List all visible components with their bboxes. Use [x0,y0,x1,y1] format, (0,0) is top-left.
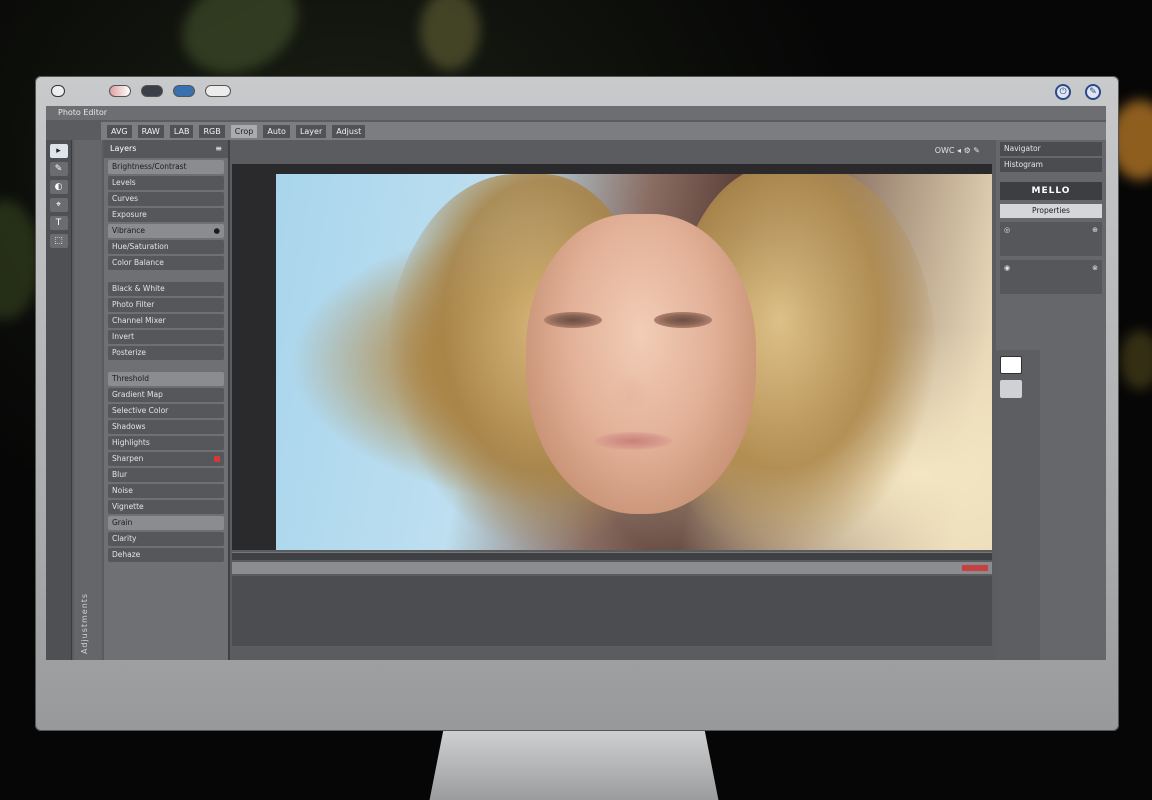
right-panel: Navigator Histogram MELLO Properties ◎ ⊕… [996,140,1106,660]
monitor: ⏻ ✎ Photo Editor AVG RAW LAB RGB Crop Au… [35,76,1119,731]
option-item[interactable]: Layer [295,124,327,138]
control-block[interactable]: ◉ ⊗ [1000,260,1102,294]
photo-region [526,214,756,514]
divider [104,272,228,280]
control-icon: ◉ [1004,264,1011,272]
panel-row[interactable]: Properties [1000,204,1102,218]
fullscreen-button[interactable] [173,85,195,97]
panel-row[interactable]: Selective Color [108,404,224,418]
app-screen: Photo Editor AVG RAW LAB RGB Crop Auto L… [46,106,1106,660]
zoom-button[interactable] [141,85,163,97]
panel-row[interactable]: Vignette [108,500,224,514]
timeline-header[interactable] [232,562,992,574]
window-titlebar: ⏻ ✎ [35,76,1119,106]
option-item[interactable]: RGB [199,124,225,138]
panel-row[interactable]: Clarity [108,532,224,546]
control-icon: ⊗ [1092,264,1098,272]
marquee-tool-icon[interactable]: ⬚ [49,234,68,248]
control-icon: ⊕ [1092,226,1098,234]
photo-region [544,312,602,328]
panel-title: MELLO [1000,182,1102,200]
menu-bar[interactable]: Photo Editor [46,106,1106,120]
panel-row[interactable]: Black & White [108,282,224,296]
move-tool-icon[interactable]: ▸ [49,144,68,158]
background-foliage [0,200,40,320]
photo-region [654,312,712,328]
panel-row[interactable]: Hue/Saturation [108,240,224,254]
target-tool-icon[interactable]: ⌖ [49,198,68,212]
background-foliage [420,0,480,70]
scene: ⏻ ✎ Photo Editor AVG RAW LAB RGB Crop Au… [0,0,1152,800]
adjustments-panel: Layers ≡ Brightness/Contrast Levels Curv… [104,140,230,660]
options-bar: AVG RAW LAB RGB Crop Auto Layer Adjust [101,122,1106,140]
panel-row[interactable]: Highlights [108,436,224,450]
status-dot-icon [214,456,220,462]
control-block[interactable]: ◎ ⊕ [1000,222,1102,256]
panel-row[interactable]: Histogram [1000,158,1102,172]
divider [104,362,228,370]
option-item[interactable]: Crop [230,124,258,138]
panel-row[interactable]: Levels [108,176,224,190]
panel-row[interactable]: Brightness/Contrast [108,160,224,174]
control-icon: ◎ [1004,226,1011,234]
new-tab-button[interactable] [205,85,231,97]
background-foliage [1120,330,1152,390]
panel-row[interactable]: Gradient Map [108,388,224,402]
panel-row[interactable]: Threshold [108,372,224,386]
panel-title: Layers [110,144,137,153]
panel-row[interactable]: Posterize [108,346,224,360]
monitor-chin [35,661,1119,731]
photo-region [610,374,650,408]
option-item[interactable]: LAB [169,124,194,138]
background-color-swatch[interactable] [1000,380,1022,398]
text-tool-icon[interactable]: T [49,216,68,230]
panel-row[interactable]: Sharpen [108,452,224,466]
edit-icon[interactable]: ✎ [1085,84,1101,100]
image-canvas[interactable] [276,174,992,550]
vertical-panel-label: Adjustments [74,140,102,660]
power-icon[interactable]: ⏻ [1055,84,1071,100]
swatch-column [996,350,1040,660]
panel-row[interactable]: Color Balance [108,256,224,270]
document-window: OWC ◂ ⚙ ✎ [232,140,992,550]
timeline-marker[interactable] [962,565,988,571]
horizontal-scrollbar[interactable] [232,552,992,560]
timeline-panel[interactable] [232,576,992,646]
tool-strip: ▸ ✎ ◐ ⌖ T ⬚ [46,140,72,660]
panel-row[interactable]: Noise [108,484,224,498]
brush-tool-icon[interactable]: ✎ [49,162,68,176]
panel-row[interactable]: Shadows [108,420,224,434]
option-item[interactable]: AVG [107,124,132,138]
foreground-color-swatch[interactable] [1000,356,1022,374]
monitor-stand [426,728,722,800]
photo-region [594,432,672,450]
minimize-button[interactable] [109,85,131,97]
panel-row[interactable]: Invert [108,330,224,344]
panel-row[interactable]: Curves [108,192,224,206]
dodge-tool-icon[interactable]: ◐ [49,180,68,194]
panel-row[interactable]: Channel Mixer [108,314,224,328]
panel-row[interactable]: Grain [108,516,224,530]
document-header[interactable]: OWC ◂ ⚙ ✎ [232,140,992,164]
panel-menu-icon[interactable]: ≡ [215,140,222,158]
panel-row[interactable]: Exposure [108,208,224,222]
panel-row[interactable]: Blur [108,468,224,482]
panel-row[interactable]: Vibrance ● [108,224,224,238]
panel-row[interactable]: Photo Filter [108,298,224,312]
panel-row[interactable]: Dehaze [108,548,224,562]
panel-row[interactable]: Navigator [1000,142,1102,156]
option-item[interactable]: Auto [263,124,290,138]
close-button[interactable] [51,85,65,97]
panel-header: Layers ≡ [104,140,228,158]
option-item[interactable]: RAW [137,124,164,138]
option-item[interactable]: Adjust [332,124,366,138]
